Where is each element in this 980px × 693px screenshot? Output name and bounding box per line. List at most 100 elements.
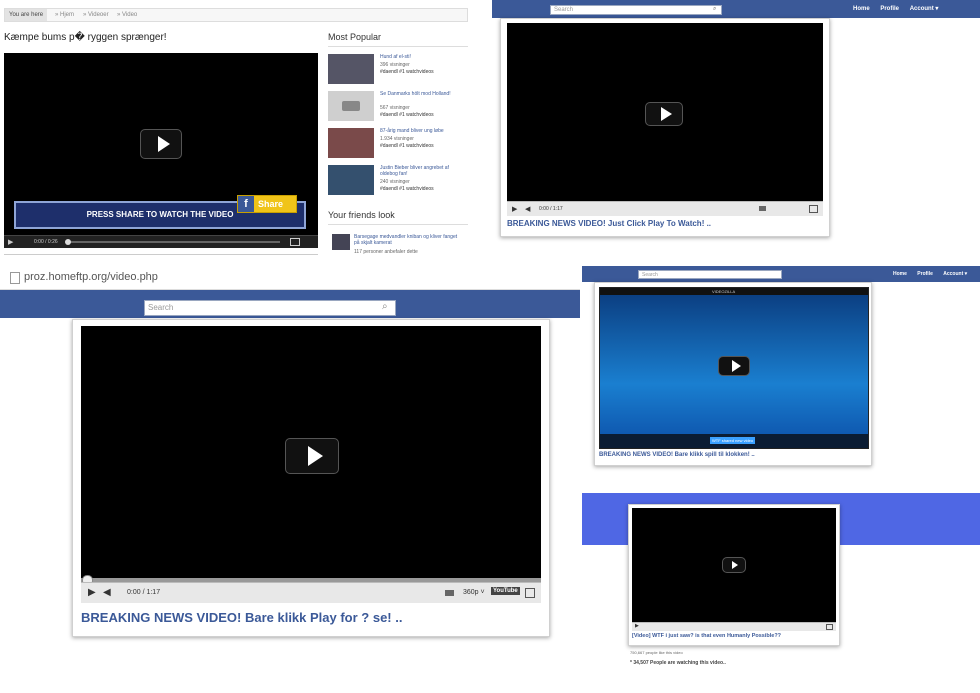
progress-track[interactable] [66, 241, 280, 243]
facebook-header: Search Home Profile Account ▾ [582, 266, 980, 282]
fullscreen-icon[interactable] [809, 205, 818, 213]
video-thumbnail[interactable] [328, 91, 374, 121]
video-controls: ▶ 0:00 / 0:26 [4, 235, 318, 248]
fullscreen-icon[interactable] [525, 588, 535, 598]
search-icon[interactable]: ⌕ [713, 6, 716, 13]
play-button[interactable] [140, 129, 182, 159]
search-icon[interactable]: ⌕ [382, 301, 388, 312]
list-item[interactable]: Justin Bieber bliver angrebet af oldebog… [328, 163, 468, 197]
list-item[interactable]: Hund af el-sti! 396 visninger #daendl #1… [328, 52, 468, 86]
player-highlight-label[interactable]: WTF shared new video [710, 437, 756, 444]
facebook-header: Search ⌕ Home Profile Account ▾ [492, 0, 980, 18]
nav-home[interactable]: Home [893, 271, 907, 277]
divider [328, 46, 468, 47]
play-button[interactable] [285, 438, 339, 474]
play-button[interactable] [722, 557, 746, 573]
nav-home[interactable]: Home [853, 6, 870, 12]
play-small-icon[interactable]: ▶ [635, 623, 639, 629]
top-nav: Home Profile Account ▾ [884, 271, 967, 277]
page-title: Kæmpe bums p� ryggen sprænger! [4, 32, 167, 43]
play-button[interactable] [645, 102, 683, 126]
nav-account[interactable]: Account ▾ [943, 271, 967, 277]
video-card: ▶ ◀ 0:00 / 1:17 BREAKING NEWS VIDEO! Jus… [500, 18, 830, 237]
volume-icon[interactable]: ◀ [103, 587, 111, 598]
list-item[interactable]: Se Danmarks hölt mod Holland! 567 visnin… [328, 89, 468, 123]
nav-profile[interactable]: Profile [917, 271, 933, 277]
list-item-author[interactable]: #daendl #1 watchvideos [380, 186, 434, 192]
panel-fake-facebook-3: Search Home Profile Account ▾ VIDEOZILLA… [582, 266, 980, 488]
video-thumbnail[interactable] [328, 165, 374, 195]
play-small-icon[interactable]: ▶ [512, 205, 517, 213]
list-item-title[interactable]: Barsegage medvandler kniban og kliver fa… [354, 234, 464, 246]
headline-link[interactable]: BREAKING NEWS VIDEO! Just Click Play To … [507, 219, 711, 228]
list-item-author[interactable]: #daendl #1 watchvideos [380, 69, 434, 75]
top-nav: Home Profile Account ▾ [844, 5, 938, 12]
list-item-title[interactable]: Justin Bieber bliver angrebet af oldebog… [380, 165, 468, 177]
list-item[interactable]: 87-årig mand bliver ung løbe 1.934 visni… [328, 126, 468, 160]
video-thumbnail[interactable] [328, 128, 374, 158]
list-item-views: 240 visninger [380, 179, 410, 185]
video-thumbnail[interactable] [332, 234, 350, 250]
url-text[interactable]: proz.homeftp.org/video.php [24, 271, 158, 283]
panel-fake-facebook-2: proz.homeftp.org/video.php Search ⌕ ▶ ◀ … [0, 267, 580, 647]
progress-knob[interactable] [65, 239, 71, 245]
breadcrumb-link[interactable]: » Hjem [55, 12, 74, 18]
video-player[interactable] [81, 326, 541, 578]
list-item[interactable]: Barsegage medvandler kniban og kliver fa… [332, 232, 468, 258]
list-item-title[interactable]: 87-årig mand bliver ung løbe [380, 128, 468, 134]
breadcrumb: You are here » Hjem » Videoer » Video [4, 8, 468, 22]
watching-count: * 34,507 People are watching this video.… [630, 660, 726, 666]
volume-icon[interactable]: ◀ [525, 205, 530, 213]
breadcrumb-link[interactable]: » Videoer [83, 12, 109, 18]
time-display: 0:00 / 0:26 [34, 239, 58, 245]
captions-icon[interactable] [445, 590, 454, 596]
youtube-logo[interactable]: YouTube [491, 587, 520, 595]
list-item-title[interactable]: Se Danmarks hölt mod Holland! [380, 91, 468, 97]
panel-share-scam: You are here » Hjem » Videoer » Video Kæ… [0, 0, 492, 265]
player-brand: VIDEOZILLA [712, 289, 736, 294]
address-bar[interactable]: proz.homeftp.org/video.php [0, 267, 580, 290]
list-item-title[interactable]: Hund af el-sti! [380, 54, 468, 60]
video-thumbnail[interactable] [328, 54, 374, 84]
video-player[interactable] [507, 23, 823, 201]
breadcrumb-here: You are here [5, 9, 48, 21]
panel-fake-facebook-4: ▶ [Video] WTF i just saw? is that even H… [582, 490, 980, 693]
facebook-icon: f [238, 196, 254, 212]
video-controls: ▶ ◀ 0:00 / 1:17 360p ˅ YouTube [81, 582, 541, 603]
time-display: 0:00 / 1:17 [127, 589, 161, 596]
list-item-views: 117 personer anbefaler dette [354, 249, 418, 255]
like-count: 750,667 people like this video [630, 650, 683, 655]
list-item-views: 567 visninger [380, 105, 410, 111]
player-topbar: VIDEOZILLA [600, 288, 868, 295]
divider [328, 224, 468, 225]
video-card: ▶ ◀ 0:00 / 1:17 360p ˅ YouTube BREAKING … [72, 319, 550, 637]
play-button[interactable] [718, 356, 750, 376]
fullscreen-icon[interactable] [826, 624, 833, 630]
list-item-views: 396 visninger [380, 62, 410, 68]
most-popular-heading: Most Popular [328, 32, 382, 42]
search-input[interactable]: Search [144, 300, 396, 316]
player-controlbar: WTF shared new video [600, 434, 868, 448]
share-label: Share [258, 199, 284, 209]
fullscreen-icon[interactable] [290, 238, 300, 246]
headline-link[interactable]: BREAKING NEWS VIDEO! Bare klikk spill ti… [599, 452, 755, 458]
list-item-author[interactable]: #daendl #1 watchvideos [380, 112, 434, 118]
breadcrumb-link[interactable]: » Video [117, 12, 137, 18]
quality-selector[interactable]: 360p ˅ [463, 589, 485, 596]
headline-link[interactable]: [Video] WTF i just saw? is that even Hum… [632, 633, 781, 639]
nav-profile[interactable]: Profile [880, 6, 899, 12]
captions-icon[interactable] [759, 206, 766, 211]
play-small-icon[interactable]: ▶ [8, 238, 13, 246]
video-player[interactable] [632, 508, 836, 622]
friends-heading: Your friends look [328, 210, 395, 220]
nav-account[interactable]: Account ▾ [910, 6, 939, 12]
list-item-author[interactable]: #daendl #1 watchvideos [380, 143, 434, 149]
facebook-share-button[interactable]: f Share [237, 195, 297, 213]
video-player[interactable]: PRESS SHARE TO WATCH THE VIDEO f Share ▶… [4, 53, 318, 248]
headline-link[interactable]: BREAKING NEWS VIDEO! Bare klikk Play for… [81, 610, 402, 625]
search-input[interactable]: Search [638, 270, 782, 279]
video-card: ▶ [Video] WTF i just saw? is that even H… [628, 504, 840, 646]
search-input[interactable]: Search [550, 5, 722, 15]
video-player[interactable]: VIDEOZILLA WTF shared new video [599, 287, 869, 449]
play-small-icon[interactable]: ▶ [88, 587, 96, 598]
